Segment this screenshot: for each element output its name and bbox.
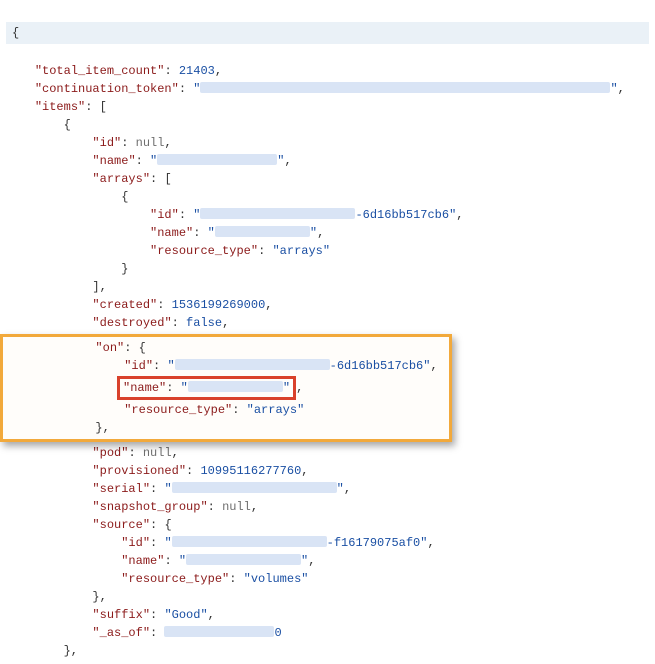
redacted-as-of: [164, 626, 274, 637]
key-arrays: arrays: [100, 172, 143, 186]
redacted-source-id: [172, 536, 327, 547]
key-source-name: name: [128, 554, 157, 568]
key-arr-rtype: resource_type: [157, 244, 251, 258]
redacted-on-id: [175, 359, 330, 370]
redacted-arr-id: [200, 208, 355, 219]
json-code-block: { "total_item_count": 21403, "continuati…: [0, 0, 655, 664]
val-total-item-count: 21403: [179, 64, 215, 78]
redacted-item-name: [157, 154, 277, 165]
val-suffix: Good: [172, 608, 201, 622]
val-snapshot-group: null: [222, 500, 251, 514]
key-serial: serial: [100, 482, 143, 496]
redacted-source-name: [186, 554, 301, 565]
key-arr-name: name: [157, 226, 186, 240]
key-snapshot-group: snapshot_group: [100, 500, 201, 514]
highlight-on-name: "name": "": [117, 376, 296, 400]
key-source-id: id: [128, 536, 142, 550]
val-arr-id-suffix: -6d16bb517cb6: [355, 208, 449, 222]
redacted-continuation-token: [200, 82, 610, 93]
key-arr-id: id: [157, 208, 171, 222]
val-item-id: null: [136, 136, 165, 150]
key-on: on: [103, 341, 117, 355]
key-item-id: id: [100, 136, 114, 150]
val-pod: null: [143, 446, 172, 460]
val-arr-rtype: arrays: [280, 244, 323, 258]
highlight-on-block: "on": { "id": "-6d16bb517cb6", "name": "…: [0, 334, 452, 442]
val-on-id-suffix: -6d16bb517cb6: [330, 359, 424, 373]
redacted-serial: [172, 482, 337, 493]
val-source-id-suffix: -f16179075af0: [327, 536, 421, 550]
key-suffix: suffix: [100, 608, 143, 622]
key-pod: pod: [100, 446, 122, 460]
val-created: 1536199269000: [172, 298, 266, 312]
key-provisioned: provisioned: [100, 464, 179, 478]
key-on-rtype: resource_type: [131, 403, 225, 417]
key-source: source: [100, 518, 143, 532]
key-total-item-count: total_item_count: [42, 64, 157, 78]
key-item-name: name: [100, 154, 129, 168]
val-as-of: 0: [274, 626, 281, 640]
redacted-arr-name: [215, 226, 310, 237]
key-continuation-token: continuation_token: [42, 82, 172, 96]
val-source-rtype: volumes: [251, 572, 301, 586]
val-on-rtype: arrays: [254, 403, 297, 417]
redacted-on-name: [188, 381, 283, 392]
key-destroyed: destroyed: [100, 316, 165, 330]
key-on-id: id: [131, 359, 145, 373]
val-provisioned: 10995116277760: [200, 464, 301, 478]
key-source-rtype: resource_type: [128, 572, 222, 586]
key-as-of: _as_of: [100, 626, 143, 640]
key-created: created: [100, 298, 150, 312]
val-destroyed: false: [186, 316, 222, 330]
key-items: items: [42, 100, 78, 114]
key-on-name: name: [130, 381, 159, 395]
opening-brace-line: {: [6, 22, 649, 44]
